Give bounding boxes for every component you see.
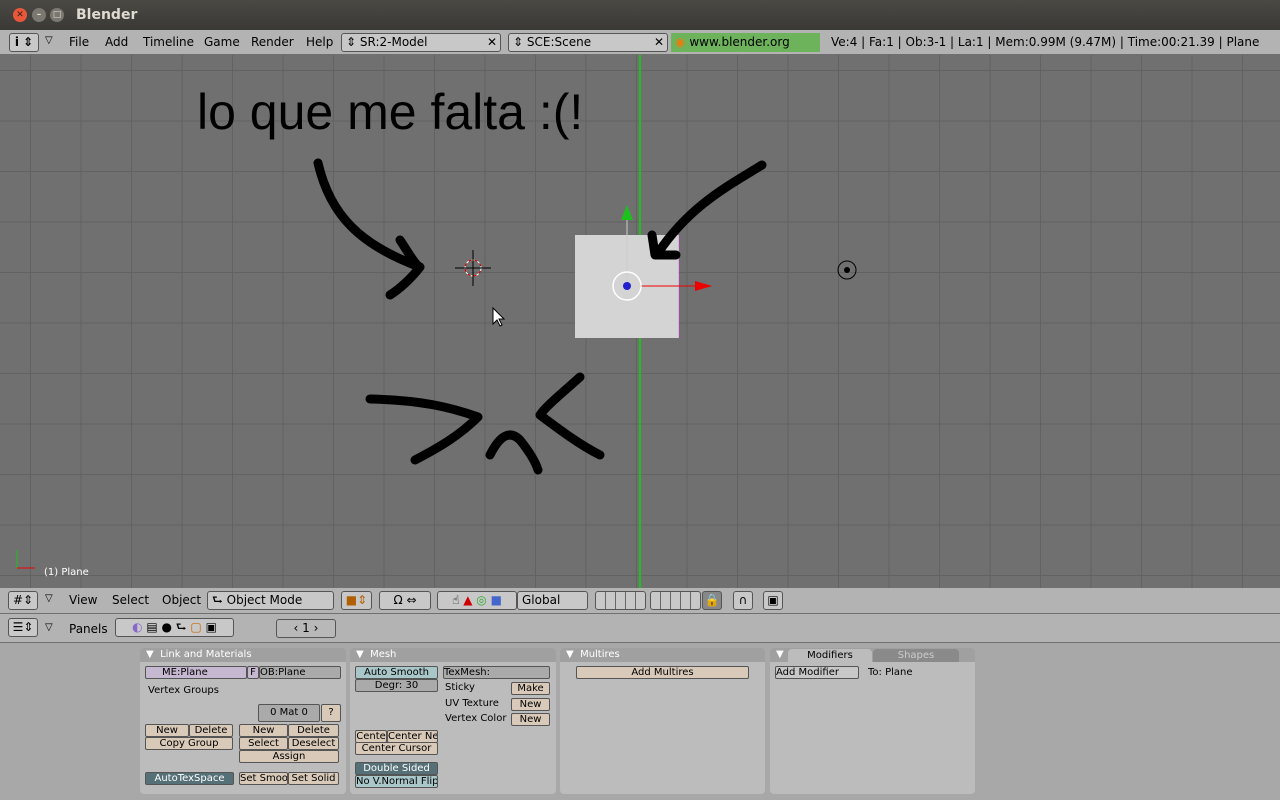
vertex-groups-label: Vertex Groups bbox=[148, 685, 219, 696]
vgroup-new-button[interactable]: New bbox=[145, 724, 189, 737]
grid-editor-icon[interactable]: #⇕ bbox=[8, 591, 38, 610]
scene-name: SCE:Scene bbox=[526, 35, 592, 49]
mode-selector[interactable]: ⮑ Object Mode bbox=[207, 591, 334, 610]
close-icon[interactable]: ✕ bbox=[487, 34, 497, 51]
auto-smooth-toggle[interactable]: Auto Smooth bbox=[355, 666, 438, 679]
double-sided-toggle[interactable]: Double Sided bbox=[355, 762, 438, 775]
panel-title[interactable]: ▼ Mesh bbox=[350, 648, 556, 662]
panels-label: Panels bbox=[69, 622, 108, 636]
material-deselect-button[interactable]: Deselect bbox=[288, 737, 339, 750]
menu-add[interactable]: Add bbox=[105, 35, 128, 49]
vertex-color-label: Vertex Color bbox=[445, 713, 507, 724]
layer-buttons-1[interactable] bbox=[595, 591, 646, 610]
context-tabs[interactable]: ◐ ▤ ● ⮑ ▢ ▣ bbox=[115, 618, 234, 637]
uv-texture-new-button[interactable]: New bbox=[511, 698, 550, 711]
set-solid-button[interactable]: Set Solid bbox=[288, 772, 339, 785]
close-button[interactable]: ✕ bbox=[13, 8, 27, 22]
material-delete-button[interactable]: Delete bbox=[288, 724, 339, 737]
object-label: (1) Plane bbox=[44, 567, 89, 578]
collapse-icon[interactable]: ▽ bbox=[45, 622, 53, 633]
buttons-header: ☰⇕ ▽ Panels ◐ ▤ ● ⮑ ▢ ▣ ‹ 1 › bbox=[0, 614, 1280, 643]
tab-shapes[interactable]: Shapes bbox=[873, 649, 959, 662]
buttons-editor-icon[interactable]: ☰⇕ bbox=[8, 618, 38, 637]
autotexspace-toggle[interactable]: AutoTexSpace bbox=[145, 772, 234, 785]
render-icon[interactable]: ▣ bbox=[763, 591, 783, 610]
info-editor-icon[interactable]: i ⇕ bbox=[9, 33, 39, 52]
panel-link-materials: ▼ Link and Materials ME:Plane F OB:Plane… bbox=[140, 648, 346, 794]
fake-user-button[interactable]: F bbox=[247, 666, 259, 679]
blender-logo-icon: ◉ bbox=[675, 35, 686, 49]
panel-modifiers: ▼ Modifiers Shapes Add Modifier To: Plan… bbox=[770, 648, 975, 794]
layer-buttons-2[interactable] bbox=[650, 591, 701, 610]
scene-selector[interactable]: ⇕ SCE:Scene ✕ bbox=[508, 33, 668, 52]
vgroup-delete-button[interactable]: Delete bbox=[189, 724, 233, 737]
menu-select[interactable]: Select bbox=[112, 593, 149, 607]
degree-field[interactable]: Degr: 30 bbox=[355, 679, 438, 692]
no-normal-flip-toggle[interactable]: No V.Normal Flip bbox=[355, 775, 438, 788]
center-cursor-button[interactable]: Center Cursor bbox=[355, 742, 438, 755]
menu-view[interactable]: View bbox=[69, 593, 97, 607]
view3d-header: #⇕ ▽ View Select Object ⮑ Object Mode ■⇕… bbox=[0, 588, 1280, 614]
title-bar: ✕ – □ Blender bbox=[0, 0, 1280, 30]
scene-stats: Ve:4 | Fa:1 | Ob:3-1 | La:1 | Mem:0.99M … bbox=[831, 35, 1260, 49]
maximize-button[interactable]: □ bbox=[50, 8, 64, 22]
vertex-color-new-button[interactable]: New bbox=[511, 713, 550, 726]
copy-group-button[interactable]: Copy Group bbox=[145, 737, 233, 750]
help-button[interactable]: ? bbox=[321, 704, 341, 722]
panel-multires: ▼ Multires Add Multires bbox=[560, 648, 765, 794]
material-select-button[interactable]: Select bbox=[239, 737, 288, 750]
mesh-name-field[interactable]: ME:Plane bbox=[145, 666, 247, 679]
panel-tabs: ▼ Modifiers Shapes bbox=[770, 648, 975, 662]
annotation-arrows bbox=[313, 158, 767, 475]
menu-file[interactable]: File bbox=[69, 35, 89, 49]
material-new-button[interactable]: New bbox=[239, 724, 288, 737]
mode-label: Object Mode bbox=[226, 593, 303, 607]
panel-mesh: ▼ Mesh Auto Smooth Degr: 30 TexMesh: Sti… bbox=[350, 648, 556, 794]
version-badge: ◉ www.blender.org 249.2 bbox=[671, 33, 820, 68]
mouse-cursor-icon bbox=[492, 306, 506, 327]
close-icon[interactable]: ✕ bbox=[654, 34, 664, 51]
pivot-selector-icon[interactable]: Ω ⇔ bbox=[379, 591, 431, 610]
sticky-make-button[interactable]: Make bbox=[511, 682, 550, 695]
add-modifier-button[interactable]: Add Modifier bbox=[775, 666, 859, 679]
minimize-button[interactable]: – bbox=[32, 8, 46, 22]
axis-gizmo-icon bbox=[16, 550, 35, 569]
menu-timeline[interactable]: Timeline bbox=[143, 35, 194, 49]
panel-title[interactable]: ▼ Multires bbox=[560, 648, 765, 662]
menu-help[interactable]: Help bbox=[306, 35, 333, 49]
lock-icon[interactable]: 🔒 bbox=[702, 591, 722, 610]
add-multires-button[interactable]: Add Multires bbox=[576, 666, 749, 679]
modifier-target-label: To: Plane bbox=[868, 667, 913, 678]
snap-icon[interactable]: ∩ bbox=[733, 591, 753, 610]
sticky-label: Sticky bbox=[445, 682, 475, 693]
orientation-selector[interactable]: Global bbox=[517, 591, 588, 610]
texmesh-field[interactable]: TexMesh: bbox=[443, 666, 550, 679]
collapse-icon[interactable]: ▽ bbox=[45, 593, 53, 604]
orientation-label: Global bbox=[522, 593, 561, 607]
lamp-icon bbox=[837, 260, 857, 280]
frame-value: 1 bbox=[302, 621, 310, 635]
manipulator-toggles[interactable]: ☝ ▲ ◎ ■ bbox=[437, 591, 517, 610]
uv-texture-label: UV Texture bbox=[445, 698, 499, 709]
collapse-icon[interactable]: ▽ bbox=[45, 35, 53, 46]
shading-selector-icon[interactable]: ■⇕ bbox=[341, 591, 372, 610]
screen-name: SR:2-Model bbox=[359, 35, 428, 49]
window-title: Blender bbox=[76, 7, 138, 23]
material-index-field[interactable]: 0 Mat 0 bbox=[258, 704, 320, 722]
viewport-overlay bbox=[16, 158, 857, 569]
set-smooth-button[interactable]: Set Smoo bbox=[239, 772, 288, 785]
menu-render[interactable]: Render bbox=[251, 35, 294, 49]
top-header: i ⇕ ▽ File Add Timeline Game Render Help… bbox=[0, 30, 1280, 68]
material-assign-button[interactable]: Assign bbox=[239, 750, 339, 763]
tab-modifiers[interactable]: Modifiers bbox=[788, 649, 872, 662]
screen-selector[interactable]: ⇕ SR:2-Model ✕ bbox=[341, 33, 501, 52]
object-name-field[interactable]: OB:Plane bbox=[259, 666, 341, 679]
panel-title[interactable]: ▼ Link and Materials bbox=[140, 648, 346, 662]
menu-game[interactable]: Game bbox=[204, 35, 240, 49]
3d-viewport[interactable]: lo que me falta :(! (1) Plane bbox=[0, 55, 1280, 588]
frame-field[interactable]: ‹ 1 › bbox=[276, 619, 336, 638]
3d-cursor-icon bbox=[455, 250, 491, 286]
menu-object[interactable]: Object bbox=[162, 593, 201, 607]
